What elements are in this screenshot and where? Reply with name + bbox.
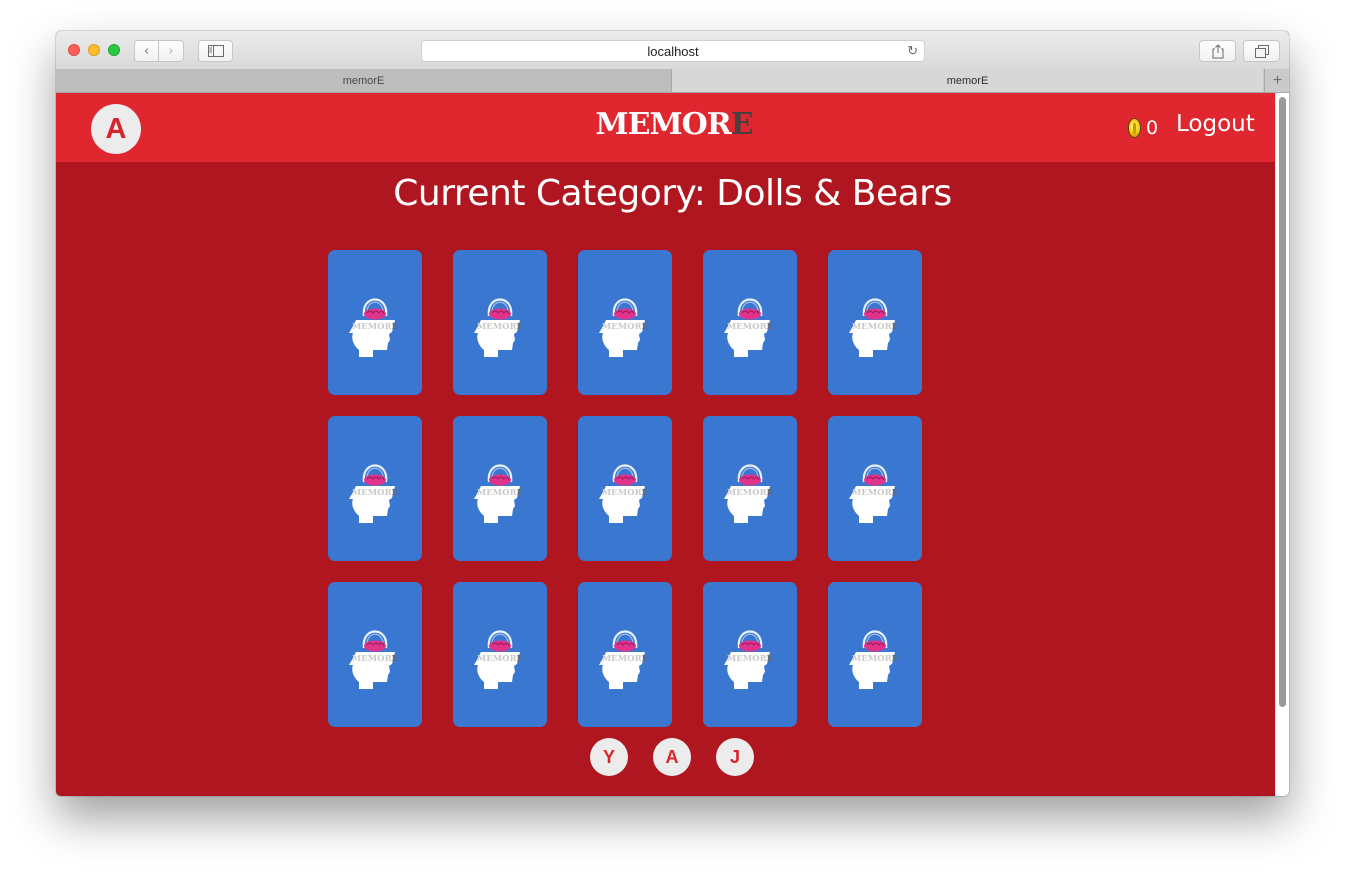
logo-accent-text: E <box>730 107 754 142</box>
url-text: localhost <box>647 43 699 59</box>
new-tab-button[interactable]: + <box>1264 69 1289 92</box>
brain-head-icon: MEMORE <box>722 454 778 524</box>
svg-text:MEMORE: MEMORE <box>852 488 899 498</box>
share-icon <box>1212 43 1223 58</box>
brain-head-icon: MEMORE <box>597 620 653 690</box>
svg-text:MEMORE: MEMORE <box>727 488 774 498</box>
browser-window: ‹ › localhost ↻ memorE memorE + A MEMORE… <box>56 31 1289 796</box>
memory-card[interactable]: MEMORE <box>328 250 422 395</box>
back-button[interactable]: ‹ <box>134 40 159 62</box>
brain-head-icon: MEMORE <box>472 620 528 690</box>
svg-text:MEMORE: MEMORE <box>477 654 524 664</box>
svg-text:MEMORE: MEMORE <box>477 488 524 498</box>
page-scrollbar[interactable] <box>1275 93 1289 796</box>
memory-card[interactable]: MEMORE <box>828 250 922 395</box>
svg-text:MEMORE: MEMORE <box>602 654 649 664</box>
user-avatar[interactable]: A <box>91 104 141 154</box>
address-bar[interactable]: localhost ↻ <box>421 40 925 62</box>
memory-card[interactable]: MEMORE <box>453 416 547 561</box>
maximize-window-button[interactable] <box>108 44 120 56</box>
svg-text:MEMORE: MEMORE <box>852 322 899 332</box>
browser-tab[interactable]: memorE <box>56 69 672 92</box>
coin-count: 0 <box>1146 117 1159 139</box>
player-avatar[interactable]: A <box>653 738 691 776</box>
memory-card[interactable]: MEMORE <box>453 250 547 395</box>
share-button[interactable] <box>1199 40 1236 62</box>
reload-icon[interactable]: ↻ <box>907 43 918 59</box>
coin-balance: 0 <box>1128 114 1158 142</box>
browser-tab-active[interactable]: memorE <box>672 69 1263 92</box>
svg-text:MEMORE: MEMORE <box>602 322 649 332</box>
memory-card[interactable]: MEMORE <box>703 582 797 727</box>
svg-text:MEMORE: MEMORE <box>727 322 774 332</box>
svg-text:MEMORE: MEMORE <box>477 322 524 332</box>
brain-head-icon: MEMORE <box>347 454 403 524</box>
memory-card[interactable]: MEMORE <box>703 250 797 395</box>
memory-card[interactable]: MEMORE <box>578 250 672 395</box>
coin-icon <box>1128 118 1141 138</box>
brain-head-icon: MEMORE <box>847 620 903 690</box>
memory-card[interactable]: MEMORE <box>828 416 922 561</box>
memory-card[interactable]: MEMORE <box>578 416 672 561</box>
brain-head-icon: MEMORE <box>847 288 903 358</box>
logout-link[interactable]: Logout <box>1176 111 1255 137</box>
brain-head-icon: MEMORE <box>722 620 778 690</box>
tab-bar: memorE memorE + <box>56 69 1289 93</box>
browser-titlebar: ‹ › localhost ↻ <box>56 31 1289 70</box>
svg-text:MEMORE: MEMORE <box>352 488 399 498</box>
svg-text:MEMORE: MEMORE <box>352 322 399 332</box>
player-avatar[interactable]: J <box>716 738 754 776</box>
svg-text:MEMORE: MEMORE <box>727 654 774 664</box>
game-page: A MEMORE 0 Logout Current Category: Doll… <box>56 93 1275 796</box>
brain-head-icon: MEMORE <box>347 288 403 358</box>
svg-text:MEMORE: MEMORE <box>352 654 399 664</box>
memory-card[interactable]: MEMORE <box>578 582 672 727</box>
scrollbar-thumb[interactable] <box>1279 97 1286 707</box>
memory-card[interactable]: MEMORE <box>828 582 922 727</box>
svg-text:MEMORE: MEMORE <box>852 654 899 664</box>
app-header: A MEMORE 0 Logout <box>56 93 1275 162</box>
sidebar-icon <box>207 45 224 57</box>
show-tabs-button[interactable] <box>1243 40 1280 62</box>
chevron-right-icon: › <box>168 43 174 59</box>
minimize-window-button[interactable] <box>88 44 100 56</box>
logo-text: MEMOR <box>595 107 731 142</box>
player-avatar[interactable]: Y <box>590 738 628 776</box>
brain-head-icon: MEMORE <box>597 288 653 358</box>
tabs-overview-icon <box>1254 44 1269 58</box>
forward-button[interactable]: › <box>158 40 184 62</box>
app-logo[interactable]: MEMORE <box>586 107 762 142</box>
memory-card[interactable]: MEMORE <box>703 416 797 561</box>
memory-card[interactable]: MEMORE <box>328 582 422 727</box>
brain-head-icon: MEMORE <box>347 620 403 690</box>
memory-card[interactable]: MEMORE <box>453 582 547 727</box>
close-window-button[interactable] <box>68 44 80 56</box>
chevron-left-icon: ‹ <box>143 43 150 59</box>
brain-head-icon: MEMORE <box>472 454 528 524</box>
svg-text:MEMORE: MEMORE <box>602 488 649 498</box>
brain-head-icon: MEMORE <box>847 454 903 524</box>
brain-head-icon: MEMORE <box>722 288 778 358</box>
sidebar-toggle-button[interactable] <box>198 40 233 62</box>
memory-card[interactable]: MEMORE <box>328 416 422 561</box>
page-title: Current Category: Dolls & Bears <box>393 173 952 214</box>
brain-head-icon: MEMORE <box>472 288 528 358</box>
brain-head-icon: MEMORE <box>597 454 653 524</box>
